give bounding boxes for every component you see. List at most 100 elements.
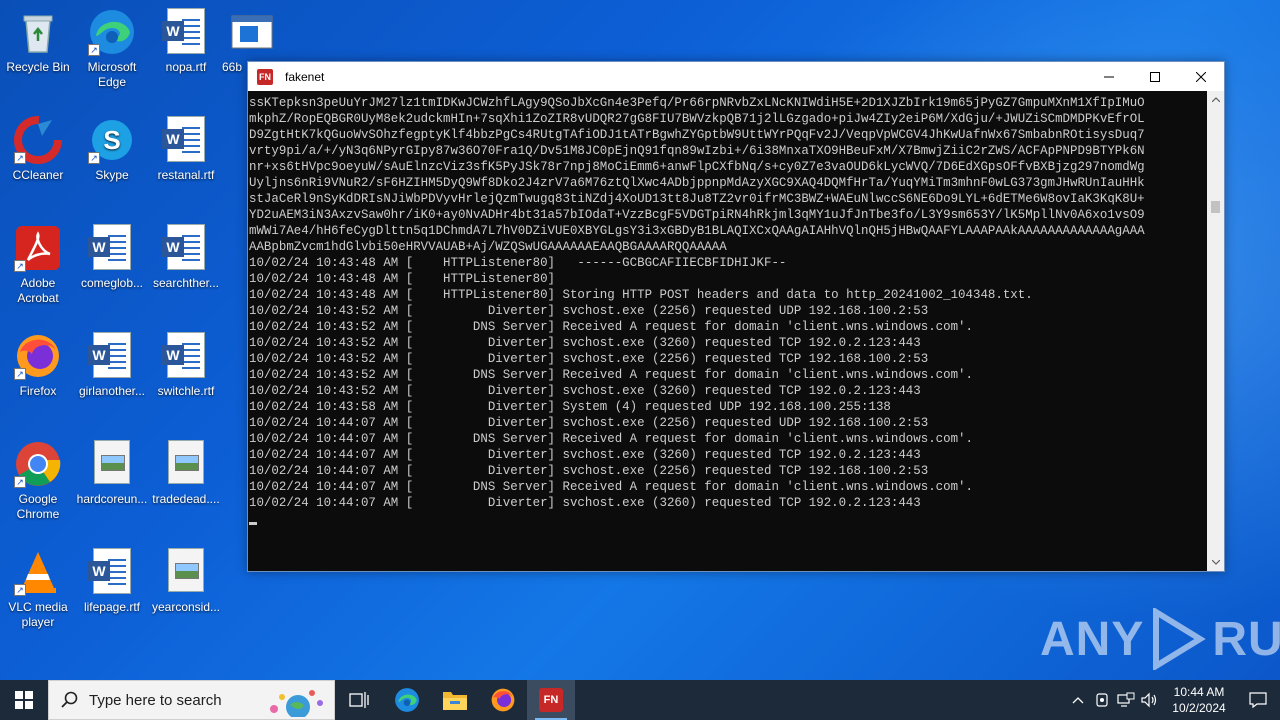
- console-line: AABpbmZvcm1hdGlvbi50eHRVVAUAB+Aj/WZQSwUG…: [249, 240, 727, 254]
- windows-logo-icon: [15, 691, 33, 709]
- desktop-icon-skype[interactable]: S ↗ Skype: [74, 116, 150, 183]
- chrome-icon: ↗: [14, 440, 62, 488]
- desktop-icon-ccleaner[interactable]: ↗ CCleaner: [0, 116, 76, 183]
- recycle-bin-icon: [14, 8, 62, 56]
- notification-icon: [1249, 692, 1267, 709]
- console-line: ssKTepksn3peUuYrJM27lz1tmIDKwJCWzhfLAgy9…: [249, 96, 1145, 110]
- clock-time: 10:44 AM: [1173, 685, 1225, 699]
- word-document-icon: W: [88, 332, 136, 380]
- start-button[interactable]: [0, 680, 48, 720]
- taskbar-file-explorer[interactable]: [431, 680, 479, 720]
- desktop-icon-searchther[interactable]: W searchther...: [148, 224, 224, 291]
- play-logo-icon: [1153, 608, 1207, 670]
- window-titlebar[interactable]: FN fakenet: [248, 62, 1224, 91]
- console-line: 10/02/24 10:43:52 AM [ Diverter] svchost…: [249, 384, 921, 398]
- firefox-icon: [491, 688, 515, 712]
- desktop-icon-hardcoreun[interactable]: hardcoreun...: [74, 440, 150, 507]
- desktop-icon-firefox[interactable]: ↗ Firefox: [0, 332, 76, 399]
- clock-date: 10/2/2024: [1172, 701, 1226, 715]
- desktop-icon-label: comeglob...: [80, 276, 144, 290]
- desktop-icon-girlanother[interactable]: W girlanother...: [74, 332, 150, 399]
- taskbar-firefox[interactable]: [479, 680, 527, 720]
- desktop-icon-comeglob[interactable]: W comeglob...: [74, 224, 150, 291]
- shortcut-arrow-icon: ↗: [14, 584, 26, 596]
- file-explorer-icon: [443, 692, 467, 710]
- desktop-icon-chrome[interactable]: ↗ Google Chrome: [0, 440, 76, 522]
- console-line: 10/02/24 10:44:07 AM [ Diverter] svchost…: [249, 416, 929, 430]
- desktop-icon-lifepage[interactable]: W lifepage.rtf: [74, 548, 150, 615]
- minimize-button[interactable]: [1086, 62, 1132, 91]
- console-line: 10/02/24 10:44:07 AM [ Diverter] svchost…: [249, 496, 921, 510]
- desktop-icon-label: Google Chrome: [16, 492, 60, 521]
- notification-center-button[interactable]: [1236, 680, 1280, 720]
- skype-icon: S ↗: [88, 116, 136, 164]
- taskbar-search-box[interactable]: Type here to search: [48, 680, 335, 720]
- tray-device-icon[interactable]: [1090, 680, 1114, 720]
- search-icon: [61, 691, 78, 708]
- console-line: 10/02/24 10:43:48 AM [ HTTPListener80]: [249, 272, 556, 286]
- desktop-icon-acrobat[interactable]: ↗ Adobe Acrobat: [0, 224, 76, 306]
- fakenet-console-window[interactable]: FN fakenet ssKTepksn3peUuYrJM27lz1tmIDKw…: [247, 61, 1225, 572]
- console-line: 10/02/24 10:43:58 AM [ Diverter] System …: [249, 400, 891, 414]
- scrollbar-thumb[interactable]: [1211, 201, 1220, 213]
- desktop-icon-label: Microsoft Edge: [87, 60, 137, 89]
- close-button[interactable]: [1178, 62, 1224, 91]
- anyrun-watermark: ANY RUN: [1040, 606, 1280, 672]
- console-cursor: [249, 522, 257, 525]
- console-line: D9ZgtHtK7kQGuoWvSOhzfegptyKlf4bbzPgCs4RU…: [249, 128, 1145, 142]
- word-document-icon: W: [162, 8, 210, 56]
- desktop-icon-recycle-bin[interactable]: Recycle Bin: [0, 8, 76, 75]
- console-line: mkphZ/RopEQBGR0UyM8ek2udckmHIn+7sqXhi1Zo…: [249, 112, 1145, 126]
- shortcut-arrow-icon: ↗: [14, 368, 26, 380]
- console-line: 10/02/24 10:43:52 AM [ Diverter] svchost…: [249, 304, 929, 318]
- desktop-icon-label: tradedead....: [152, 492, 220, 506]
- word-document-icon: W: [88, 548, 136, 596]
- taskbar-edge[interactable]: [383, 680, 431, 720]
- desktop-icon-edge[interactable]: ↗ Microsoft Edge: [74, 8, 150, 90]
- scroll-down-arrow-icon[interactable]: [1207, 554, 1224, 571]
- taskbar-fakenet[interactable]: FN: [527, 680, 575, 720]
- scroll-up-arrow-icon[interactable]: [1207, 91, 1224, 108]
- console-line: 10/02/24 10:44:07 AM [ DNS Server] Recei…: [249, 432, 973, 446]
- desktop-icon-label: Recycle Bin: [6, 60, 70, 74]
- desktop-icon-label: girlanother...: [78, 384, 146, 398]
- taskbar-clock[interactable]: 10:44 AM 10/2/2024: [1162, 684, 1236, 716]
- network-icon[interactable]: [1114, 680, 1138, 720]
- shortcut-arrow-icon: ↗: [88, 44, 100, 56]
- desktop-icon-tradedead[interactable]: tradedead....: [148, 440, 224, 507]
- image-file-icon: [88, 440, 136, 488]
- desktop-icon-nopa[interactable]: W nopa.rtf: [148, 8, 224, 75]
- window-app-icon: [228, 8, 276, 56]
- vlc-icon: ↗: [14, 548, 62, 596]
- desktop-icon-restanal[interactable]: W restanal.rtf: [148, 116, 224, 183]
- desktop-icon-label: CCleaner: [12, 168, 64, 182]
- console-line: 10/02/24 10:43:52 AM [ DNS Server] Recei…: [249, 320, 973, 334]
- close-icon: [1196, 71, 1206, 82]
- fakenet-app-icon: FN: [257, 68, 273, 85]
- console-line: 10/02/24 10:43:52 AM [ DNS Server] Recei…: [249, 368, 973, 382]
- desktop-icon-vlc[interactable]: ↗ VLC media player: [0, 548, 76, 630]
- shortcut-arrow-icon: ↗: [14, 476, 26, 488]
- console-line: 10/02/24 10:43:52 AM [ Diverter] svchost…: [249, 336, 921, 350]
- console-line: nr+xs6tHVpc9oeyuW/sAuElnzcViz3sfK5PyJSk7…: [249, 160, 1145, 174]
- tray-overflow-chevron-icon[interactable]: [1066, 680, 1090, 720]
- desktop-icon-yearconsid[interactable]: yearconsid...: [148, 548, 224, 615]
- word-document-icon: W: [88, 224, 136, 272]
- system-tray: 10:44 AM 10/2/2024: [1066, 680, 1280, 720]
- taskbar-task-view[interactable]: [335, 680, 383, 720]
- desktop-icon-label: lifepage.rtf: [83, 600, 141, 614]
- console-line: Uyljns6nRi9VNuR2/sF6HZIHM5DyQ9Wf8Dko2J4z…: [249, 176, 1145, 190]
- desktop-icon-switchle[interactable]: W switchle.rtf: [148, 332, 224, 399]
- console-line: 10/02/24 10:43:48 AM [ HTTPListener80] -…: [249, 256, 787, 270]
- console-output[interactable]: ssKTepksn3peUuYrJM27lz1tmIDKwJCWzhfLAgy9…: [248, 91, 1208, 571]
- image-file-icon: [162, 548, 210, 596]
- volume-icon[interactable]: [1138, 680, 1162, 720]
- console-scrollbar[interactable]: [1207, 91, 1224, 571]
- edge-icon: ↗: [88, 8, 136, 56]
- desktop-icon-label: Adobe Acrobat: [17, 276, 59, 305]
- desktop-icon-label: yearconsid...: [151, 600, 221, 614]
- watermark-text-left: ANY: [1040, 612, 1145, 666]
- maximize-button[interactable]: [1132, 62, 1178, 91]
- console-line: 10/02/24 10:43:48 AM [ HTTPListener80] S…: [249, 288, 1033, 302]
- search-highlight-icon: [270, 690, 323, 717]
